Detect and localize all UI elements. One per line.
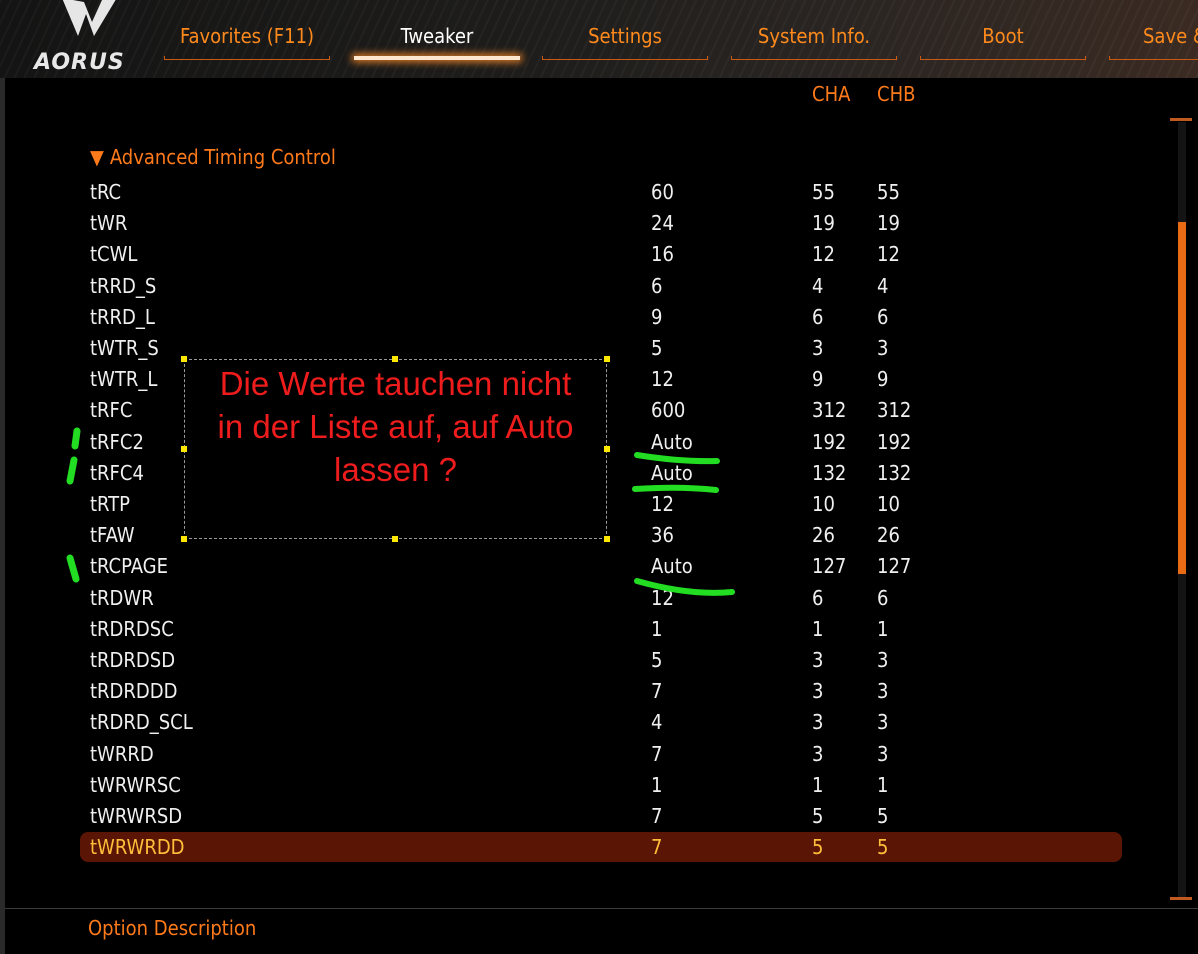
highlight-tick-trfc2 <box>71 427 81 450</box>
highlight-tick-trcpage <box>66 554 80 583</box>
green-highlight-marks <box>66 427 735 596</box>
highlight-underline-trfc4 <box>632 484 719 493</box>
highlight-underline-trfc2 <box>634 452 720 465</box>
highlight-underline-trcpage <box>634 578 735 596</box>
highlight-tick-trfc4 <box>66 456 78 485</box>
